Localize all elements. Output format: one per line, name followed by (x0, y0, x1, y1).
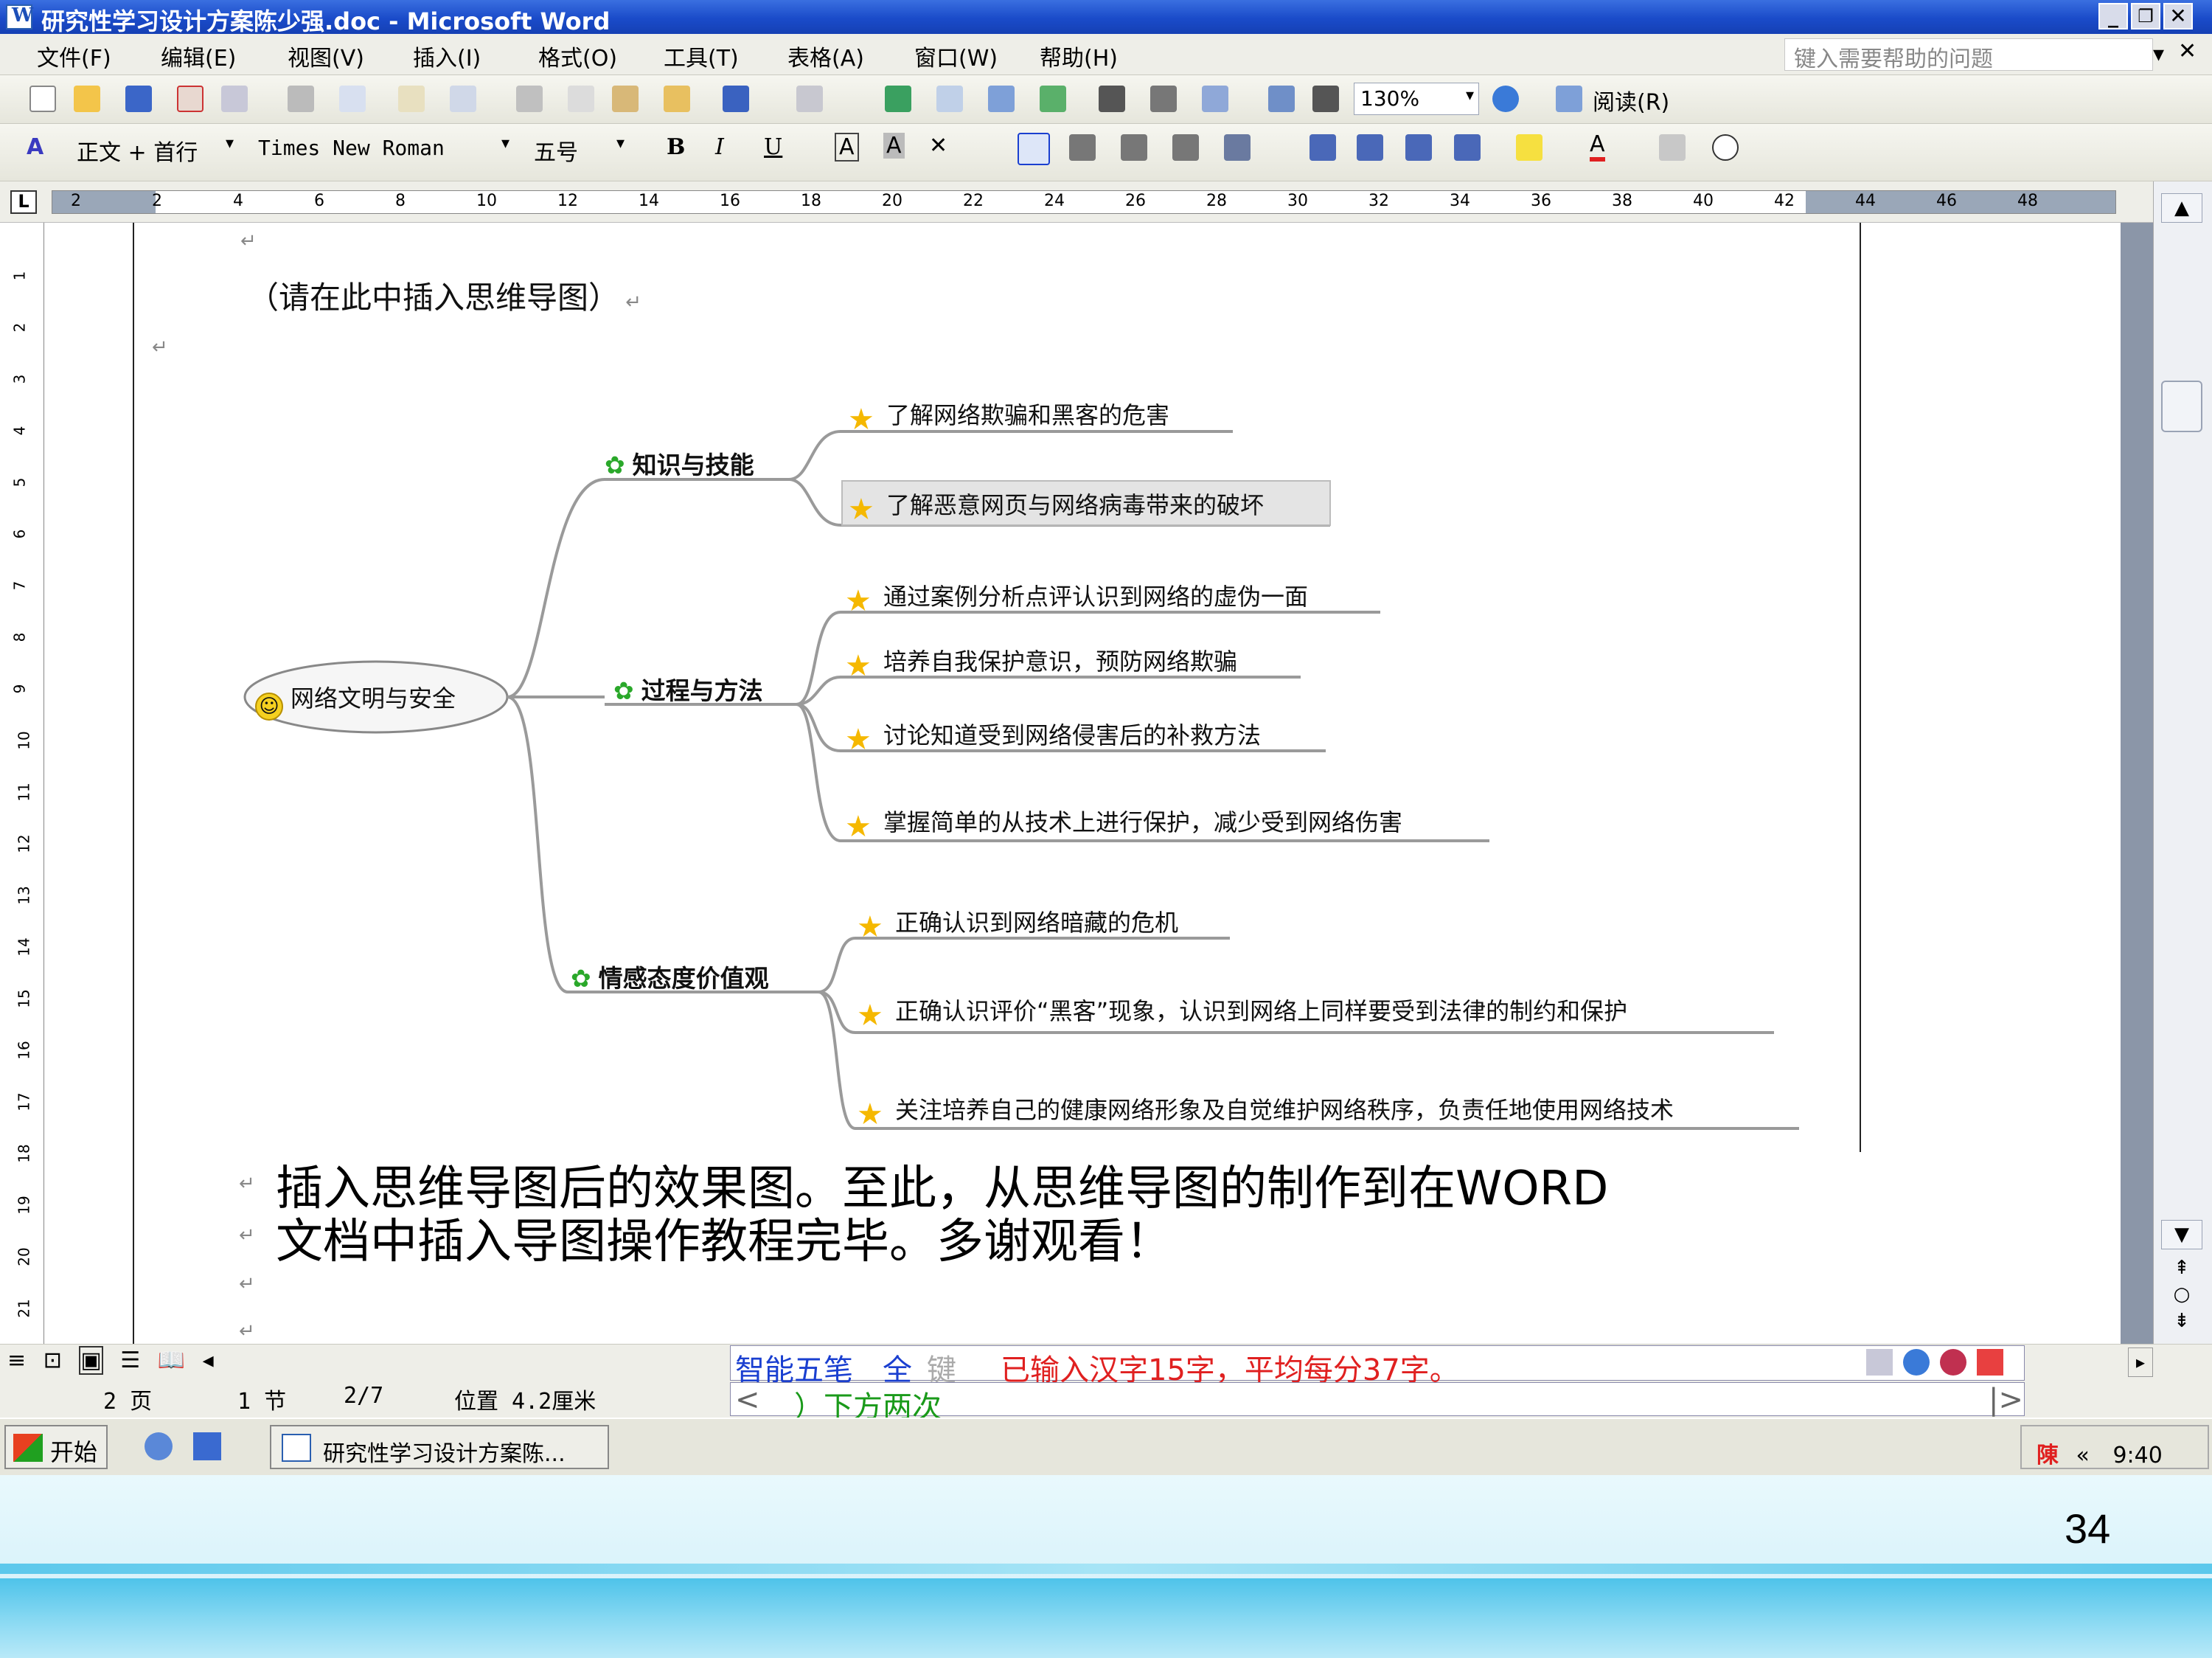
star-icon: ★ (848, 403, 874, 437)
ime-tool-icon[interactable] (1866, 1349, 1893, 1376)
ime-search-icon[interactable] (1903, 1349, 1930, 1376)
mindmap-leaf[interactable]: ★ 了解恶意网页与网络病毒带来的破坏 (848, 487, 1264, 524)
star-icon: ★ (845, 723, 872, 757)
paragraph-mark: ↵ (239, 1273, 255, 1295)
star-icon: ★ (857, 999, 883, 1033)
mindmap-leaf[interactable]: ★ 讨论知道受到网络侵害后的补救方法 (845, 717, 1261, 755)
scroll-up-button[interactable]: ▲ (2161, 193, 2202, 223)
scroll-thumb[interactable] (2161, 381, 2202, 432)
scroll-left-button[interactable]: ◂ (203, 1347, 214, 1373)
ime-indicator[interactable]: 陳 (2037, 1443, 2059, 1468)
windows-logo-icon (13, 1434, 43, 1462)
mindmap-leaf[interactable]: ★ 正确认识到网络暗藏的危机 (857, 904, 1178, 942)
mindmap-branch[interactable]: ✿ 过程与方法 (613, 671, 763, 707)
mindmap-leaf[interactable]: ★ 关注培养自己的健康网络形象及自觉维护网络秩序，负责任地使用网络技术 (857, 1092, 1674, 1129)
slide-number: 34 (2065, 1505, 2111, 1552)
ime-menu-icon[interactable] (1977, 1349, 2003, 1376)
mindmap-root[interactable]: ☺ 网络文明与安全 (255, 680, 456, 721)
scroll-right-button[interactable]: ▸ (2128, 1347, 2153, 1377)
star-icon: ★ (857, 1097, 883, 1131)
taskbar: 开始 研究性学习设计方案陈... 陳 « 9:40 (0, 1418, 2212, 1475)
mindmap-leaf[interactable]: ★ 通过案例分析点评认识到网络的虚伪一面 (845, 578, 1308, 616)
status-page: 2 页 (103, 1389, 153, 1415)
footer-stripe (0, 1564, 2212, 1574)
ime-candidate-bar: < ）下方两次 |> (730, 1382, 2025, 1424)
star-icon: ★ (845, 649, 872, 683)
star-icon: ★ (845, 584, 872, 618)
mindmap-leaf[interactable]: ★ 掌握简单的从技术上进行保护，减少受到网络伤害 (845, 804, 1402, 842)
footer-band (0, 1578, 2212, 1658)
scroll-down-button[interactable]: ▼ (2161, 1220, 2202, 1249)
prev-page-button[interactable]: ⇞ (2161, 1254, 2202, 1283)
branch-flower-icon: ✿ (605, 451, 625, 479)
star-icon: ★ (857, 910, 883, 944)
next-page-button[interactable]: ⇟ (2161, 1307, 2202, 1336)
select-browse-object-button[interactable]: ○ (2161, 1280, 2202, 1310)
ime-next-page[interactable]: |> (1989, 1383, 2023, 1417)
branch-flower-icon: ✿ (613, 676, 634, 705)
paragraph-mark: ↵ (239, 1224, 255, 1246)
status-position: 位置 4.2厘米 (454, 1389, 597, 1415)
taskbar-word-button[interactable]: 研究性学习设计方案陈... (270, 1425, 609, 1469)
paragraph-mark: ↵ (239, 1320, 255, 1342)
reading-view-icon[interactable]: 📖 (158, 1347, 185, 1373)
paragraph-mark: ↵ (239, 1173, 255, 1195)
print-view-icon[interactable]: ▣ (79, 1346, 103, 1375)
mindmap-leaf[interactable]: ★ 培养自我保护意识，预防网络欺骗 (845, 643, 1237, 681)
status-pages: 2/7 (344, 1383, 384, 1409)
smiley-icon: ☺ (255, 693, 283, 721)
clock[interactable]: 9:40 (2112, 1443, 2162, 1468)
system-tray: 陳 « 9:40 (2020, 1425, 2209, 1469)
mindmap-leaf[interactable]: ★ 正确认识评价“黑客”现象，认识到网络上同样要受到法律的制约和保护 (857, 993, 1627, 1030)
ime-status-bar: 智能五笔 全 键 已输入汉字15字，平均每分37字。 (730, 1345, 2025, 1387)
mindmap-branch[interactable]: ✿ 情感态度价值观 (571, 959, 769, 994)
normal-view-icon[interactable]: ≡ (7, 1347, 26, 1373)
mindmap-leaf[interactable]: ★ 了解网络欺骗和黑客的危害 (848, 397, 1169, 434)
branch-flower-icon: ✿ (571, 964, 591, 993)
quicklaunch-icon[interactable] (145, 1432, 173, 1460)
star-icon: ★ (848, 493, 874, 527)
mindmap-branch[interactable]: ✿ 知识与技能 (605, 445, 754, 481)
status-section: 1 节 (237, 1389, 287, 1415)
start-button[interactable]: 开始 (4, 1425, 108, 1469)
ime-prev-page[interactable]: < (735, 1383, 760, 1417)
tray-expand-icon[interactable]: « (2076, 1443, 2090, 1468)
web-view-icon[interactable]: ⊡ (44, 1347, 62, 1373)
ime-dict-icon[interactable] (1940, 1349, 1966, 1376)
view-buttons[interactable]: ≡ ⊡ ▣ ☰ 📖 ◂ (7, 1346, 214, 1375)
quicklaunch-ie-icon[interactable] (193, 1432, 221, 1460)
star-icon: ★ (845, 810, 872, 844)
outline-view-icon[interactable]: ☰ (120, 1347, 140, 1373)
vertical-scrollbar[interactable]: ▲ ▼ ⇞ ○ ⇟ (2153, 181, 2212, 1344)
caption-line-2: 文档中插入导图操作教程完毕。多谢观看！ (276, 1215, 1172, 1269)
word-doc-icon (282, 1434, 311, 1462)
